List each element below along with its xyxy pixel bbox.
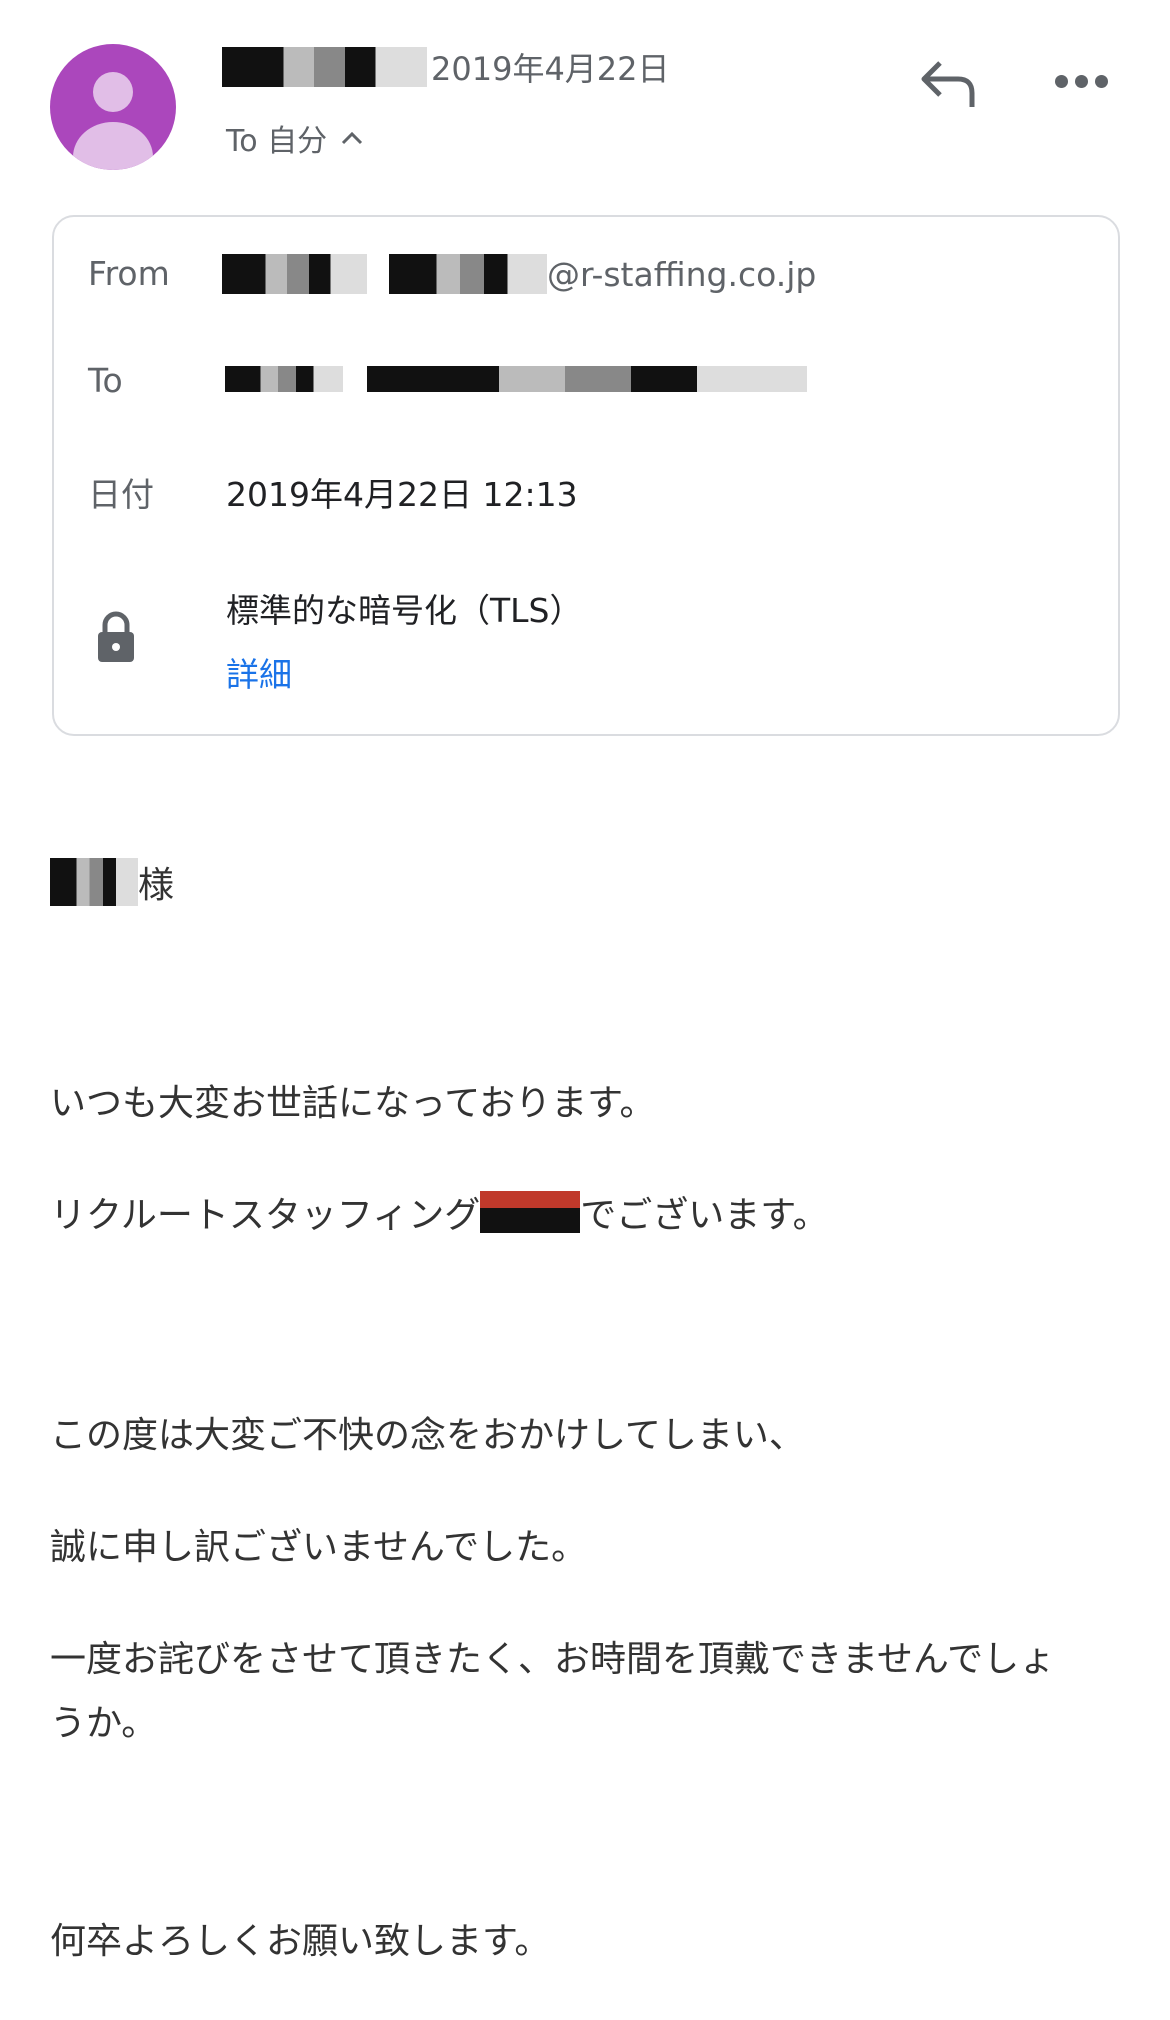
date-label: 日付 [88, 475, 154, 514]
company-suffix-redacted [480, 1191, 581, 1233]
body-line: この度は大変ご不快の念をおかけしてしまい、 [50, 1415, 805, 1456]
from-value: @r-staffing.co.jp [222, 254, 816, 294]
body-line: 一度お詫びをさせて頂きたく、お時間を頂戴できませんでしょ [50, 1639, 1056, 1680]
more-dot [1055, 74, 1068, 88]
encryption-status: 標準的な暗号化（TLS） [226, 591, 583, 630]
to-value-redacted [225, 366, 807, 392]
body-text: リクルートスタッフィング [50, 1195, 481, 1236]
avatar-body-shape [73, 122, 153, 170]
lock-icon [98, 611, 134, 662]
to-label: To [88, 361, 123, 400]
date-value: 2019年4月22日 12:13 [226, 475, 578, 514]
to-name-redacted [225, 366, 343, 392]
message-date: 2019年4月22日 [431, 50, 670, 88]
sender-name-redacted [222, 47, 427, 87]
sender-avatar[interactable] [50, 44, 176, 170]
person-avatar-icon [93, 72, 133, 112]
more-options-button[interactable] [1055, 68, 1115, 94]
chevron-up-icon [342, 131, 363, 145]
to-me-label: To 自分 [226, 124, 328, 159]
from-name-redacted [222, 254, 367, 294]
reply-icon[interactable] [918, 55, 980, 109]
more-dot [1095, 74, 1108, 88]
body-line: リクルートスタッフィング でございます。 [50, 1186, 829, 1238]
recipient-name-redacted [50, 858, 138, 906]
sender-line[interactable]: 2019年4月22日 [222, 44, 670, 90]
body-line: 何卒よろしくお願い致します。 [50, 1921, 551, 1962]
more-dot [1075, 74, 1088, 88]
from-local-redacted [389, 254, 547, 294]
to-email-redacted [367, 366, 807, 392]
from-domain: @r-staffing.co.jp [547, 254, 817, 294]
body-line: 誠に申し訳ございませんでした。 [50, 1527, 588, 1568]
details-link[interactable]: 詳細 [226, 648, 292, 696]
recipients-toggle[interactable]: To 自分 [226, 116, 363, 160]
salutation-suffix: 様 [138, 865, 175, 906]
from-label: From [88, 254, 170, 293]
salutation: 様 [50, 856, 174, 908]
body-line: うか。 [50, 1703, 158, 1744]
body-text: でございます。 [580, 1195, 829, 1236]
body-line: いつも大変お世話になっております。 [50, 1083, 656, 1124]
